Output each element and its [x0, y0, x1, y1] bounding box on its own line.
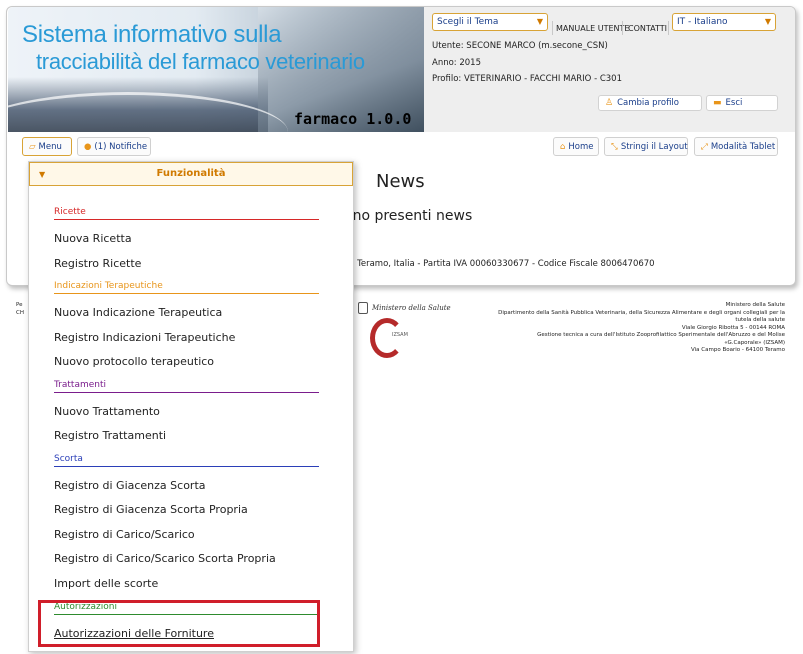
year-info: Anno: 2015	[432, 58, 481, 68]
menu-item-registro-trattamenti[interactable]: Registro Trattamenti	[54, 429, 166, 442]
user-icon: ♙	[605, 98, 614, 108]
chevron-down-icon: ▼	[536, 17, 543, 26]
divider	[622, 21, 623, 35]
contacts-link[interactable]: CONTATTI	[628, 24, 667, 33]
menu-item-registro-carico-scarico-propria[interactable]: Registro di Carico/Scarico Scorta Propri…	[54, 552, 276, 565]
chevron-down-icon: ▼	[764, 17, 771, 26]
theme-select-value: Scegli il Tema	[437, 17, 499, 27]
highlight-box	[38, 600, 320, 647]
footer-info-line: Dipartimento della Sanità Pubblica Veter…	[498, 309, 785, 316]
section-scorta: Scorta	[54, 454, 319, 467]
logout-label: Esci	[725, 98, 743, 108]
menu-item-nuova-indicazione[interactable]: Nuova Indicazione Terapeutica	[54, 306, 222, 319]
izsam-ring-icon	[370, 318, 404, 358]
emblem-icon	[358, 302, 368, 314]
folder-open-icon: ▱	[29, 142, 36, 152]
notifications-button[interactable]: ● (1) Notifiche	[77, 137, 151, 156]
profile-info: Profilo: VETERINARIO - FACCHI MARIO - C3…	[432, 74, 623, 84]
functions-menu: ▼ Funzionalità Ricette Nuova Ricetta Reg…	[28, 161, 354, 652]
change-profile-button[interactable]: ♙ Cambia profilo	[598, 95, 702, 111]
home-label: Home	[568, 142, 594, 152]
footer-info: Ministero della Salute Dipartimento dell…	[485, 302, 785, 355]
menu-item-nuova-ricetta[interactable]: Nuova Ricetta	[54, 232, 132, 245]
menu-item-nuovo-protocollo[interactable]: Nuovo protocollo terapeutico	[54, 355, 214, 368]
footer-left-fragment: CH	[16, 310, 24, 316]
section-ricette: Ricette	[54, 207, 319, 220]
menu-item-nuovo-trattamento[interactable]: Nuovo Trattamento	[54, 405, 160, 418]
menu-button-label: Menu	[38, 142, 62, 152]
footer-info-line: Ministero della Salute	[725, 302, 785, 308]
menu-item-import-scorte[interactable]: Import delle scorte	[54, 577, 158, 590]
app-banner: Sistema informativo sulla tracciabilità …	[8, 7, 424, 132]
bell-icon: ●	[84, 142, 92, 152]
menu-button[interactable]: ▱ Menu	[22, 137, 72, 156]
footer-info-line: «G.Caporale» (IZSAM)	[724, 339, 785, 346]
minus-icon: ▬	[713, 98, 722, 108]
menu-item-registro-ricette[interactable]: Registro Ricette	[54, 257, 141, 270]
app-version: farmaco 1.0.0	[294, 110, 412, 128]
banner-title-line1: Sistema informativo sulla	[22, 21, 282, 48]
news-title: News	[376, 171, 425, 192]
compress-icon: ⤡	[611, 142, 618, 152]
menu-item-registro-giacenza-propria[interactable]: Registro di Giacenza Scorta Propria	[54, 503, 248, 516]
home-button[interactable]: ⌂ Home	[553, 137, 599, 156]
section-trattamenti: Trattamenti	[54, 380, 319, 393]
notifications-label: (1) Notifiche	[94, 142, 148, 152]
language-select[interactable]: IT - Italiano ▼	[672, 13, 776, 31]
footer-info-line: Viale Giorgio Ribotta 5 - 00144 ROMA	[681, 324, 785, 331]
narrow-layout-button[interactable]: ⤡ Stringi il Layout	[604, 137, 688, 156]
home-icon: ⌂	[560, 142, 566, 152]
logout-button[interactable]: ▬ Esci	[706, 95, 778, 111]
expand-icon: ⤢	[701, 142, 708, 152]
divider	[668, 21, 669, 35]
tablet-mode-button[interactable]: ⤢ Modalità Tablet	[694, 137, 778, 156]
menu-item-registro-giacenza[interactable]: Registro di Giacenza Scorta	[54, 479, 206, 492]
izsam-logo-text: IZSAM	[392, 332, 408, 338]
izsam-logo: IZSAM	[370, 318, 432, 358]
user-info: Utente: SECONE MARCO (m.secone_CSN)	[432, 41, 608, 51]
menu-item-registro-indicazioni[interactable]: Registro Indicazioni Terapeutiche	[54, 331, 235, 344]
footer-left-fragment: Pe	[16, 302, 23, 308]
language-select-value: IT - Italiano	[677, 17, 728, 27]
menu-header[interactable]: ▼ Funzionalità	[29, 162, 353, 186]
tablet-mode-label: Modalità Tablet	[710, 142, 776, 152]
menu-header-label: Funzionalità	[156, 168, 226, 179]
divider	[552, 21, 553, 35]
manual-link[interactable]: MANUALE UTENTE	[556, 24, 629, 33]
narrow-layout-label: Stringi il Layout	[620, 142, 688, 152]
ministero-logo-text: Ministero della Salute	[372, 304, 451, 312]
banner-title-line2: tracciabilità del farmaco veterinario	[36, 49, 365, 74]
footer-info-line: tutela della salute	[735, 317, 785, 323]
section-indicazioni-terapeutiche: Indicazioni Terapeutiche	[54, 281, 319, 294]
footer-legal-text: 0 Teramo, Italia - Partita IVA 000603306…	[349, 259, 655, 269]
theme-select[interactable]: Scegli il Tema ▼	[432, 13, 548, 31]
header-panel: Scegli il Tema ▼ MANUALE UTENTE CONTATTI…	[424, 7, 795, 132]
footer-info-line: Gestione tecnica a cura dell'Istituto Zo…	[537, 332, 785, 338]
menu-item-registro-carico-scarico[interactable]: Registro di Carico/Scarico	[54, 528, 195, 541]
footer-info-line: Via Campo Boario - 64100 Teramo	[690, 347, 785, 353]
no-news-message: ono presenti news	[344, 208, 473, 224]
change-profile-label: Cambia profilo	[617, 98, 679, 108]
